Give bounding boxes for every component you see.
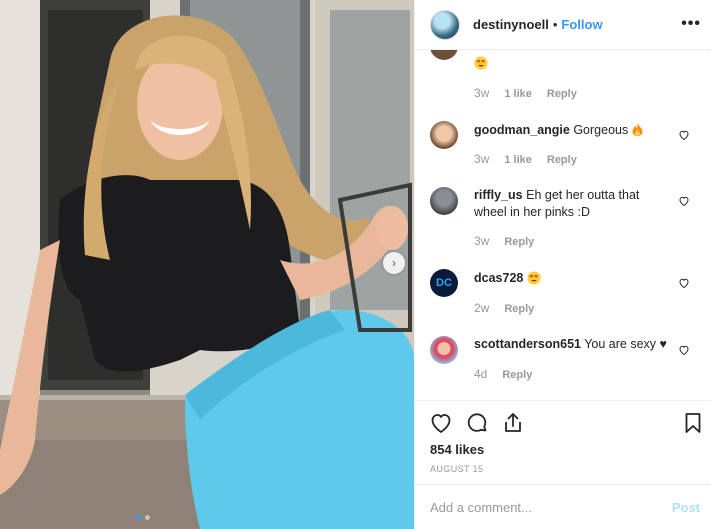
instagram-post-modal: › destinynoell • Follow ••• 3w 1 like Re…	[0, 0, 711, 529]
carousel-next-button[interactable]: ›	[383, 252, 405, 274]
reply-button[interactable]: Reply	[547, 154, 577, 166]
comment-username[interactable]: riffly_us	[474, 188, 523, 202]
heart-eyes-emoji-icon	[527, 271, 541, 285]
comment-username[interactable]: scottanderson651	[474, 337, 581, 351]
post-header: destinynoell • Follow •••	[415, 0, 711, 50]
carousel-indicator	[136, 515, 150, 520]
like-comment-heart-icon[interactable]	[678, 129, 690, 141]
comment-likes[interactable]: 1 like	[504, 88, 532, 100]
comment-composer: Add a comment... Post	[415, 484, 711, 529]
bookmark-icon[interactable]	[681, 411, 705, 435]
comment-avatar[interactable]: DC	[430, 269, 458, 297]
comment-text: dcas728	[474, 270, 674, 287]
photo-illustration	[0, 0, 414, 529]
post-photo[interactable]: ›	[0, 0, 414, 529]
comment-time: 3w	[474, 86, 490, 100]
header-separator: •	[552, 17, 558, 32]
reply-button[interactable]: Reply	[547, 88, 577, 100]
reply-button[interactable]: Reply	[504, 236, 534, 248]
post-actions: 854 likes AUGUST 15	[415, 400, 711, 484]
like-comment-heart-icon[interactable]	[678, 344, 690, 356]
post-date: AUGUST 15	[430, 464, 484, 474]
reply-button[interactable]: Reply	[502, 369, 532, 381]
comment-body: You are sexy ♥	[584, 337, 667, 351]
post-side-panel: destinynoell • Follow ••• 3w 1 like Repl…	[414, 0, 711, 529]
like-comment-heart-icon[interactable]	[678, 277, 690, 289]
comment-username[interactable]: dcas728	[474, 271, 523, 285]
comment-icon[interactable]	[465, 411, 489, 435]
comment-meta: 3w 1 like Reply	[474, 152, 577, 166]
more-options-icon[interactable]: •••	[681, 15, 701, 33]
carousel-dot-2	[145, 515, 150, 520]
author-avatar[interactable]	[430, 9, 460, 40]
comment-meta: 3w Reply	[474, 234, 534, 248]
comments-list[interactable]: 3w 1 like Reply goodman_angie Gorgeous 3…	[415, 50, 711, 400]
comment-likes[interactable]: 1 like	[504, 154, 532, 166]
heart-eyes-emoji-icon	[474, 56, 488, 70]
comment-text: riffly_us Eh get her outta that wheel in…	[474, 187, 674, 221]
follow-button[interactable]: Follow	[561, 17, 602, 32]
author-username[interactable]: destinynoell	[473, 17, 549, 32]
comment-body: Gorgeous	[573, 123, 629, 137]
avatar-initials: DC	[436, 277, 452, 289]
carousel-next-icon: ›	[392, 256, 396, 270]
post-comment-button[interactable]: Post	[672, 500, 700, 515]
comment-meta: 4d Reply	[474, 367, 532, 381]
comment-time: 3w	[474, 234, 490, 248]
carousel-dot-1	[136, 515, 141, 520]
reply-button[interactable]: Reply	[504, 303, 534, 315]
comment-time: 4d	[474, 367, 488, 381]
comment-text: scottanderson651 You are sexy ♥	[474, 336, 689, 353]
likes-count[interactable]: 854 likes	[430, 442, 484, 457]
comment-meta: 2w Reply	[474, 301, 534, 315]
comment-time: 3w	[474, 152, 490, 166]
comment-avatar[interactable]	[430, 187, 458, 215]
comment-meta: 3w 1 like Reply	[474, 86, 577, 100]
like-comment-heart-icon[interactable]	[678, 195, 690, 207]
comment-avatar[interactable]	[430, 50, 458, 60]
comment-username[interactable]: goodman_angie	[474, 123, 570, 137]
comment-text: goodman_angie Gorgeous	[474, 122, 674, 139]
comment-text	[474, 55, 674, 72]
comment-input[interactable]: Add a comment...	[430, 500, 672, 515]
heart-icon[interactable]	[429, 411, 453, 435]
share-icon[interactable]	[501, 411, 525, 435]
comment-avatar[interactable]	[430, 336, 458, 364]
comment-time: 2w	[474, 301, 490, 315]
comment-avatar[interactable]	[430, 121, 458, 149]
fire-emoji-icon	[632, 123, 643, 136]
